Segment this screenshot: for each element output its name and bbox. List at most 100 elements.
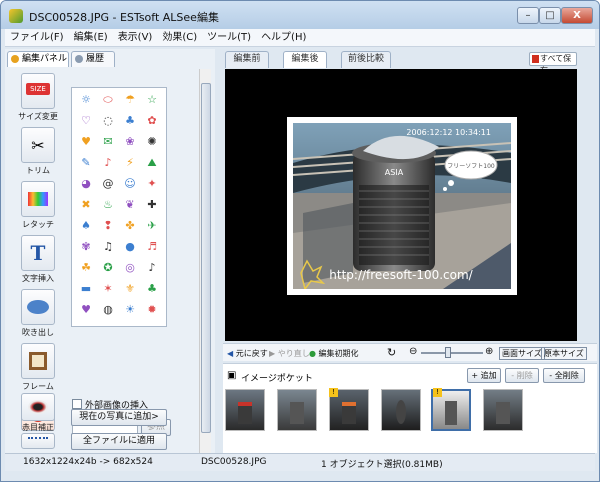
- minimize-button[interactable]: –: [517, 7, 539, 24]
- stamp-item[interactable]: ◍: [100, 302, 116, 318]
- tool-resize[interactable]: SIZE: [21, 73, 55, 109]
- stamp-item[interactable]: ✉: [100, 134, 116, 150]
- maximize-button[interactable]: □: [539, 7, 561, 24]
- add-icon: +: [471, 371, 481, 380]
- stamp-item[interactable]: ☂: [122, 92, 138, 108]
- panel-scrollbar[interactable]: [199, 69, 211, 453]
- stamp-item[interactable]: ⚜: [122, 281, 138, 297]
- stamp-item[interactable]: ✈: [144, 218, 160, 234]
- pocket-add-button[interactable]: + 追加: [467, 368, 501, 383]
- pocket-delete-all-button[interactable]: - 全削除: [543, 368, 585, 383]
- trash-can-thumb: [238, 402, 252, 424]
- stamp-item[interactable]: ❦: [122, 197, 138, 213]
- tool-frame[interactable]: [21, 343, 55, 379]
- stamp-item[interactable]: ♥: [78, 302, 94, 318]
- size-icon: SIZE: [26, 83, 50, 95]
- tool-horizon[interactable]: [21, 433, 55, 449]
- tab-edit-panel[interactable]: 編集パネル: [7, 51, 69, 67]
- tab-before[interactable]: 編集前: [225, 51, 269, 68]
- stamp-item[interactable]: ❀: [122, 134, 138, 150]
- stamp-item[interactable]: ♣: [144, 281, 160, 297]
- close-button[interactable]: X: [561, 7, 593, 24]
- stamp-item[interactable]: ♠: [78, 218, 94, 234]
- zoom-slider-knob[interactable]: [445, 347, 451, 358]
- stamp-item[interactable]: ✚: [144, 197, 160, 213]
- stamp-item[interactable]: ◌: [100, 113, 116, 129]
- redo-button[interactable]: ▶ やり直し: [269, 348, 310, 359]
- menu-tools[interactable]: ツール(T): [202, 29, 256, 47]
- zoom-out-icon[interactable]: ⊖: [409, 346, 417, 357]
- menu-help[interactable]: ヘルプ(H): [256, 29, 311, 47]
- stamp-item[interactable]: ♬: [144, 239, 160, 255]
- stamp-item[interactable]: ☘: [78, 260, 94, 276]
- save-all-button[interactable]: すべて保存: [529, 52, 577, 75]
- stamp-item[interactable]: ♣: [122, 113, 138, 129]
- stamp-item[interactable]: ✾: [78, 239, 94, 255]
- undo-icon: ◀: [227, 349, 236, 358]
- tool-redeye[interactable]: [21, 393, 55, 421]
- stamp-item[interactable]: ☼: [78, 92, 94, 108]
- stamp-item[interactable]: ▬: [78, 281, 94, 297]
- stamp-item[interactable]: ⚡: [122, 155, 138, 171]
- stamp-item[interactable]: ✺: [144, 134, 160, 150]
- pocket-delete-button[interactable]: - 削除: [505, 368, 539, 383]
- stamp-item[interactable]: ✤: [122, 218, 138, 234]
- stamp-item[interactable]: ♡: [78, 113, 94, 129]
- pocket-thumbnail[interactable]: [381, 389, 421, 431]
- menu-edit[interactable]: 編集(E): [69, 29, 113, 47]
- tool-text[interactable]: T: [21, 235, 55, 271]
- reset-edit-button[interactable]: ● 編集初期化: [309, 348, 359, 359]
- pocket-thumbnail[interactable]: [277, 389, 317, 431]
- stamp-item[interactable]: ◕: [78, 176, 94, 192]
- undo-button[interactable]: ◀ 元に戻す: [227, 348, 268, 359]
- tab-history[interactable]: 履歴: [71, 51, 115, 67]
- stamp-item[interactable]: ⬭: [100, 92, 116, 108]
- image-viewer[interactable]: 2006:12:12 10:34:11 フリーソフト100 http://fre…: [225, 69, 577, 341]
- stamp-item[interactable]: @: [100, 176, 116, 192]
- stamp-item[interactable]: ✹: [144, 302, 160, 318]
- stamp-item[interactable]: ◎: [122, 260, 138, 276]
- pocket-thumbnail[interactable]: [483, 389, 523, 431]
- stamp-item[interactable]: ♥: [78, 134, 94, 150]
- fit-screen-button[interactable]: 画面サイズ: [499, 347, 545, 360]
- menu-effect[interactable]: 効果(C): [157, 29, 202, 47]
- stamp-item[interactable]: ✿: [144, 113, 160, 129]
- tool-trim[interactable]: ✂: [21, 127, 55, 163]
- apply-all-files-button[interactable]: 全ファイルに適用: [71, 433, 167, 450]
- tool-balloon-label: 吹き出し: [22, 328, 54, 337]
- stamp-item[interactable]: ●: [122, 239, 138, 255]
- tool-retouch-label: レタッチ: [22, 220, 54, 229]
- pocket-delete-label: 削除: [516, 371, 533, 380]
- menu-view[interactable]: 表示(V): [113, 29, 158, 47]
- stamp-item[interactable]: ❢: [100, 218, 116, 234]
- stamp-item[interactable]: ✎: [78, 155, 94, 171]
- scrollbar-thumb[interactable]: [201, 83, 211, 433]
- stamp-item[interactable]: ✶: [100, 281, 116, 297]
- stamp-item[interactable]: ♨: [100, 197, 116, 213]
- stamp-item[interactable]: ♪: [144, 260, 160, 276]
- stamp-item[interactable]: ☀: [122, 302, 138, 318]
- tool-retouch[interactable]: [21, 181, 55, 217]
- original-size-button[interactable]: 原本サイズ: [541, 347, 587, 360]
- stamp-item[interactable]: ☺: [122, 176, 138, 192]
- tool-balloon[interactable]: [21, 289, 55, 325]
- tab-after[interactable]: 編集後: [283, 51, 327, 68]
- tool-frame-label: フレーム: [22, 382, 54, 391]
- stamp-item[interactable]: ⛰: [144, 155, 160, 171]
- menu-file[interactable]: ファイル(F): [5, 29, 69, 47]
- add-to-current-photo-button[interactable]: 現在の写真に追加>: [71, 409, 167, 426]
- pocket-add-label: 追加: [480, 371, 497, 380]
- stamp-item[interactable]: ✦: [144, 176, 160, 192]
- stamp-item[interactable]: ✖: [78, 197, 94, 213]
- tab-compare[interactable]: 前後比較: [341, 51, 391, 68]
- stamp-item[interactable]: ♫: [100, 239, 116, 255]
- pocket-thumbnail[interactable]: [225, 389, 265, 431]
- rotate-icon[interactable]: ↻: [387, 346, 396, 359]
- zoom-in-icon[interactable]: ⊕: [485, 346, 493, 357]
- stamp-item[interactable]: ♪: [100, 155, 116, 171]
- stamp-item[interactable]: ☆: [144, 92, 160, 108]
- external-image-checkbox[interactable]: [72, 399, 82, 409]
- zoom-slider[interactable]: [421, 352, 483, 354]
- stamp-item[interactable]: ✪: [100, 260, 116, 276]
- trash-can-thumb: [445, 401, 457, 425]
